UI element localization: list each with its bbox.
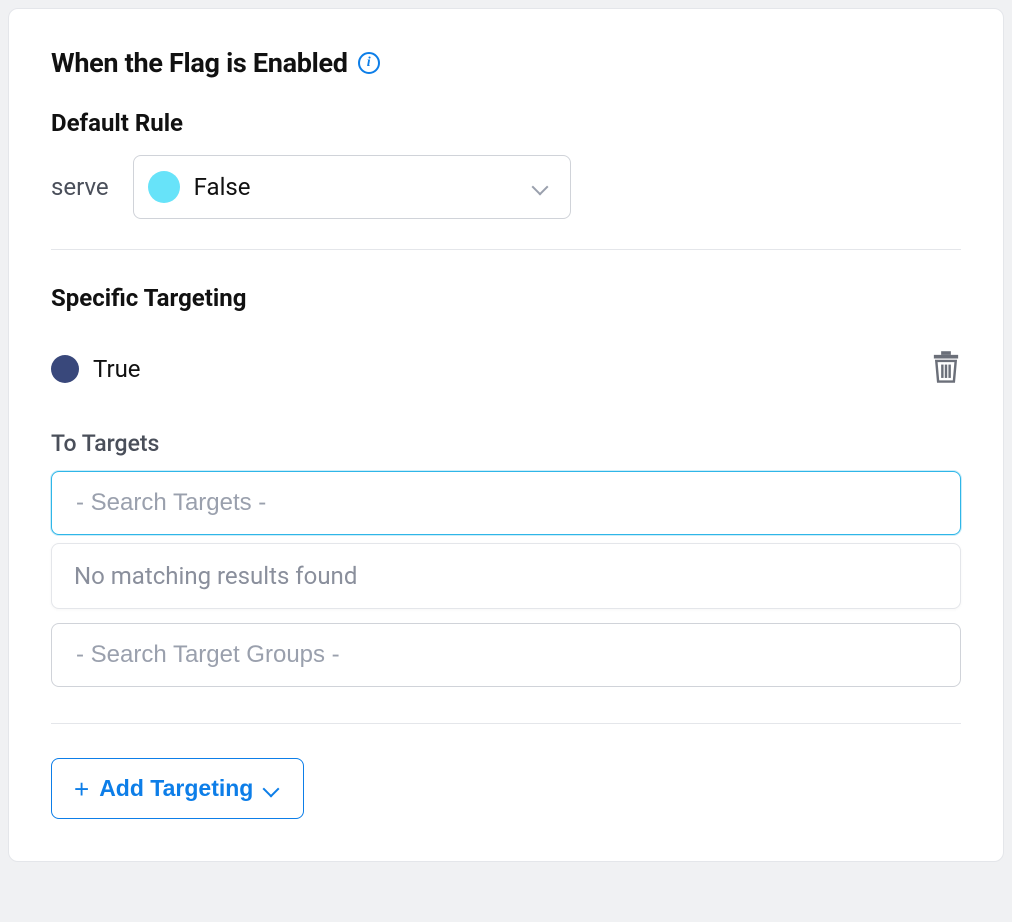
section-title: When the Flag is Enabled [51,47,348,79]
serve-row: serve False [51,155,961,219]
serve-selected-value: False [194,173,518,201]
specific-targeting-section: Specific Targeting True To Targets No [51,284,961,819]
search-target-groups-input[interactable] [51,623,961,687]
variation-row: True [51,350,961,388]
variation-left: True [51,355,141,383]
variation-dot-icon [148,171,180,203]
plus-icon: + [74,776,89,802]
variation-dot-icon [51,355,79,383]
search-targets-input[interactable] [51,471,961,535]
divider [51,249,961,250]
trash-icon [931,350,961,384]
to-targets-label: To Targets [51,430,961,457]
divider [51,723,961,724]
serve-select[interactable]: False [133,155,571,219]
add-targeting-label: Add Targeting [99,775,253,802]
chevron-down-icon [263,780,281,798]
default-rule-heading: Default Rule [51,109,961,137]
serve-label: serve [51,173,109,201]
delete-targeting-button[interactable] [931,350,961,388]
info-icon[interactable]: i [358,52,380,74]
variation-label: True [93,355,141,383]
no-results-text: No matching results found [74,562,357,590]
flag-enabled-card: When the Flag is Enabled i Default Rule … [8,8,1004,862]
section-title-row: When the Flag is Enabled i [51,47,961,79]
add-targeting-button[interactable]: + Add Targeting [51,758,304,819]
specific-targeting-heading: Specific Targeting [51,284,961,312]
chevron-down-icon [532,178,550,196]
default-rule-section: Default Rule serve False [51,109,961,219]
search-targets-dropdown: No matching results found [51,543,961,609]
